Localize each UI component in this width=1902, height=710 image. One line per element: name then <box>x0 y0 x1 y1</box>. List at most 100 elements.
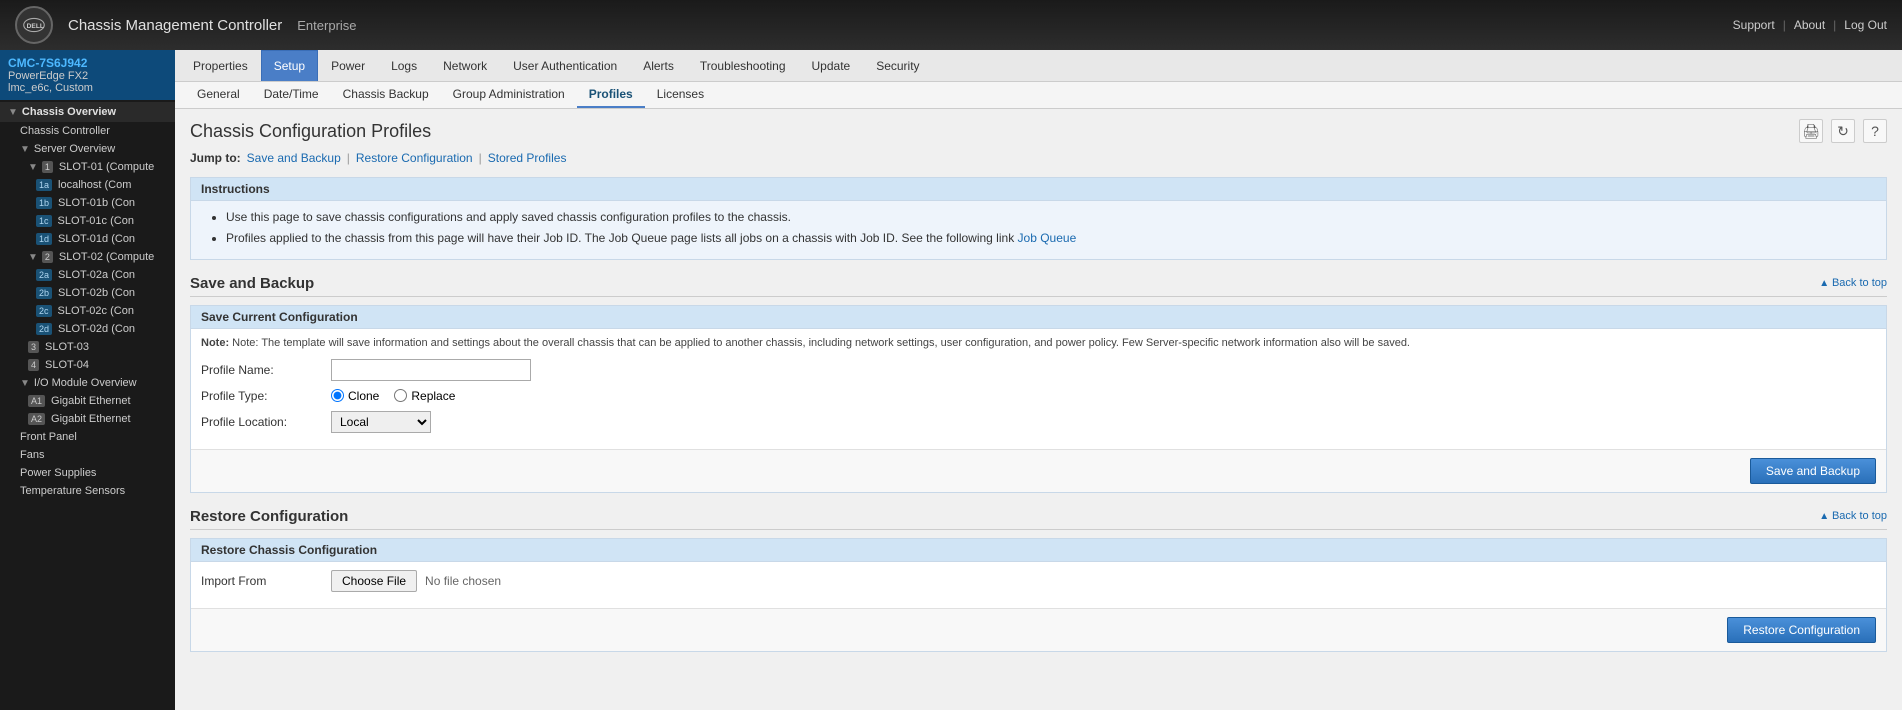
profile-name-row: Profile Name: <box>201 359 1876 381</box>
jump-save-backup[interactable]: Save and Backup <box>247 151 341 165</box>
jump-stored-profiles[interactable]: Stored Profiles <box>488 151 567 165</box>
slot-badge: A2 <box>28 413 45 425</box>
support-link[interactable]: Support <box>1733 18 1775 32</box>
slot-badge: 2a <box>36 269 52 281</box>
sidebar-item-slot02[interactable]: ▼ 2 SLOT-02 (Compute <box>0 248 175 266</box>
sidebar-item-chassis-controller[interactable]: Chassis Controller <box>0 122 175 140</box>
page-content: Chassis Configuration Profiles 🖨 ↻ ? Jum… <box>175 109 1902 710</box>
subtab-group-admin[interactable]: Group Administration <box>441 82 577 108</box>
radio-replace-label[interactable]: Replace <box>394 389 455 403</box>
sidebar-item-slot2b[interactable]: 2b SLOT-02b (Con <box>0 284 175 302</box>
choose-file-button[interactable]: Choose File <box>331 570 417 592</box>
tab-power[interactable]: Power <box>318 50 378 81</box>
tab-update[interactable]: Update <box>799 50 864 81</box>
tab-setup[interactable]: Setup <box>261 50 318 81</box>
tab-alerts[interactable]: Alerts <box>630 50 687 81</box>
tab-network[interactable]: Network <box>430 50 500 81</box>
import-from-row: Import From Choose File No file chosen <box>201 570 1876 592</box>
sidebar-item-front-panel[interactable]: Front Panel <box>0 428 175 446</box>
sidebar-label: localhost (Com <box>58 179 131 191</box>
logout-link[interactable]: Log Out <box>1844 18 1887 32</box>
about-link[interactable]: About <box>1794 18 1825 32</box>
sidebar-item-power-supplies[interactable]: Power Supplies <box>0 464 175 482</box>
sidebar-item-slot1a[interactable]: 1a localhost (Com <box>0 176 175 194</box>
profile-type-row: Profile Type: Clone Replace <box>201 389 1876 403</box>
sidebar-item-slot03[interactable]: 3 SLOT-03 <box>0 338 175 356</box>
sidebar-item-a2[interactable]: A2 Gigabit Ethernet <box>0 410 175 428</box>
restore-config-section: Restore Configuration ▲ Back to top Rest… <box>190 508 1887 652</box>
sidebar-label: SLOT-02 (Compute <box>59 251 154 263</box>
file-chosen-text: No file chosen <box>425 574 501 588</box>
sidebar-label: SLOT-03 <box>45 341 89 353</box>
sidebar-label: Power Supplies <box>20 467 96 479</box>
job-queue-link[interactable]: Job Queue <box>1018 231 1077 245</box>
sidebar-item-a1[interactable]: A1 Gigabit Ethernet <box>0 392 175 410</box>
sidebar-label: SLOT-04 <box>45 359 89 371</box>
sidebar-item-slot2a[interactable]: 2a SLOT-02a (Con <box>0 266 175 284</box>
tab-troubleshooting[interactable]: Troubleshooting <box>687 50 799 81</box>
help-button[interactable]: ? <box>1863 119 1887 143</box>
slot-badge: 4 <box>28 359 39 371</box>
tab-properties[interactable]: Properties <box>180 50 261 81</box>
sidebar-label: SLOT-01d (Con <box>58 233 135 245</box>
radio-replace[interactable] <box>394 389 407 402</box>
instructions-box: Instructions Use this page to save chass… <box>190 177 1887 260</box>
subtab-licenses[interactable]: Licenses <box>645 82 716 108</box>
instruction-bullet-2: Profiles applied to the chassis from thi… <box>226 230 1871 247</box>
save-current-config-body: Note: Note: The template will save infor… <box>191 329 1886 449</box>
tab-security[interactable]: Security <box>863 50 932 81</box>
collapse-icon: ▼ <box>20 378 30 389</box>
collapse-icon: ▼ <box>8 107 18 118</box>
slot-badge: 1 <box>42 161 53 173</box>
sidebar-item-slot2c[interactable]: 2c SLOT-02c (Con <box>0 302 175 320</box>
header-title: Chassis Management Controller <box>68 17 282 34</box>
profile-name-control <box>331 359 531 381</box>
radio-clone-text: Clone <box>348 389 379 403</box>
jump-restore-config[interactable]: Restore Configuration <box>356 151 473 165</box>
sidebar-item-slot01[interactable]: ▼ 1 SLOT-01 (Compute <box>0 158 175 176</box>
print-button[interactable]: 🖨 <box>1799 119 1823 143</box>
sidebar-item-temperature-sensors[interactable]: Temperature Sensors <box>0 482 175 500</box>
back-to-top-2[interactable]: ▲ Back to top <box>1819 510 1887 522</box>
sidebar-item-slot1b[interactable]: 1b SLOT-01b (Con <box>0 194 175 212</box>
restore-configuration-button[interactable]: Restore Configuration <box>1727 617 1876 643</box>
refresh-button[interactable]: ↻ <box>1831 119 1855 143</box>
radio-clone[interactable] <box>331 389 344 402</box>
save-and-backup-button[interactable]: Save and Backup <box>1750 458 1876 484</box>
save-backup-button-row: Save and Backup <box>191 449 1886 492</box>
sidebar-item-fans[interactable]: Fans <box>0 446 175 464</box>
sidebar-item-server-overview[interactable]: ▼ Server Overview <box>0 140 175 158</box>
profile-name-label: Profile Name: <box>201 363 331 377</box>
sidebar-label: SLOT-01 (Compute <box>59 161 154 173</box>
tab-user-authentication[interactable]: User Authentication <box>500 50 630 81</box>
subtab-datetime[interactable]: Date/Time <box>252 82 331 108</box>
sidebar-item-io-module[interactable]: ▼ I/O Module Overview <box>0 374 175 392</box>
page-icons: 🖨 ↻ ? <box>1799 119 1887 143</box>
jump-to-label: Jump to: <box>190 151 241 165</box>
slot-badge: 2 <box>42 251 53 263</box>
subtab-chassis-backup[interactable]: Chassis Backup <box>331 82 441 108</box>
sidebar: CMC-7S6J942 PowerEdge FX2 lmc_e6c, Custo… <box>0 50 175 710</box>
device-info: CMC-7S6J942 PowerEdge FX2 lmc_e6c, Custo… <box>0 50 175 100</box>
sidebar-item-slot1c[interactable]: 1c SLOT-01c (Con <box>0 212 175 230</box>
sidebar-item-slot1d[interactable]: 1d SLOT-01d (Con <box>0 230 175 248</box>
restore-chassis-config-box: Restore Chassis Configuration Import Fro… <box>190 538 1887 652</box>
collapse-icon: ▼ <box>20 144 30 155</box>
slot-badge: 1a <box>36 179 52 191</box>
profile-name-input[interactable] <box>331 359 531 381</box>
back-to-top-1[interactable]: ▲ Back to top <box>1819 277 1887 289</box>
tab-logs[interactable]: Logs <box>378 50 430 81</box>
sidebar-item-slot2d[interactable]: 2d SLOT-02d (Con <box>0 320 175 338</box>
radio-clone-label[interactable]: Clone <box>331 389 379 403</box>
subtab-profiles[interactable]: Profiles <box>577 82 645 108</box>
save-backup-header: Save and Backup ▲ Back to top <box>190 275 1887 297</box>
profile-location-select[interactable]: Local Remote <box>331 411 431 433</box>
subtab-general[interactable]: General <box>185 82 252 108</box>
sidebar-item-slot04[interactable]: 4 SLOT-04 <box>0 356 175 374</box>
save-current-config-title: Save Current Configuration <box>191 306 1886 329</box>
import-from-label: Import From <box>201 574 331 588</box>
sidebar-label: Fans <box>20 449 44 461</box>
sidebar-label: SLOT-01c (Con <box>58 215 134 227</box>
sidebar-item-chassis-overview[interactable]: ▼ Chassis Overview <box>0 102 175 122</box>
sidebar-label: Chassis Controller <box>20 125 110 137</box>
